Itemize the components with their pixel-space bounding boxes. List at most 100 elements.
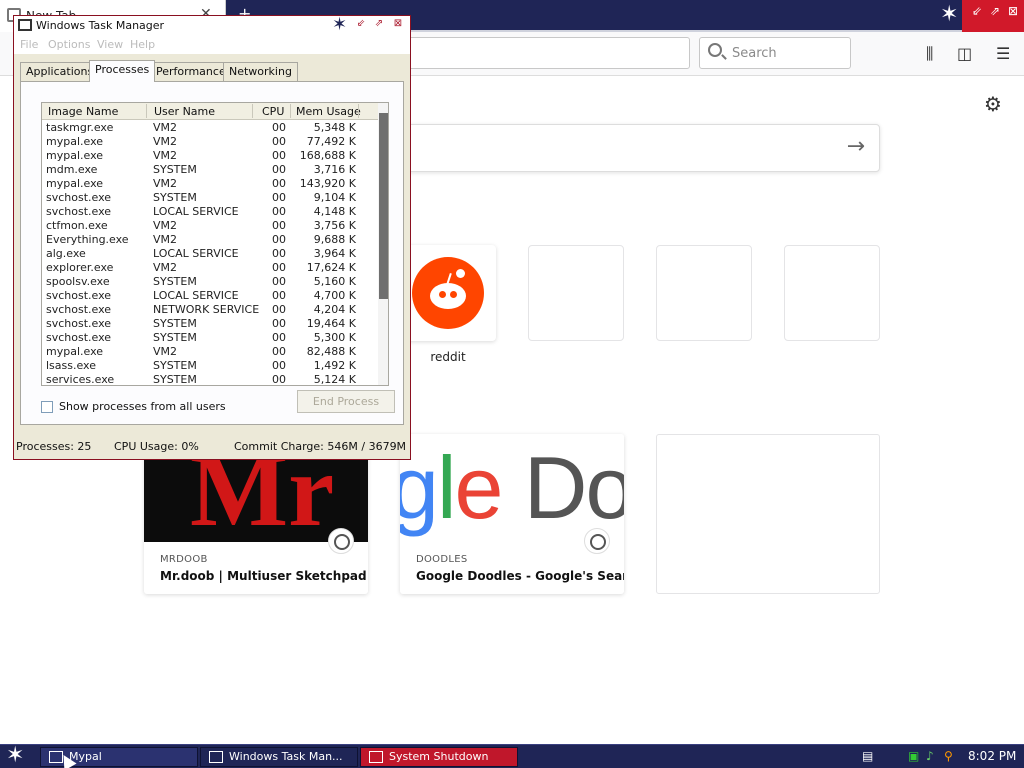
top-site-reddit[interactable]	[400, 245, 496, 341]
process-name: mypal.exe	[46, 149, 104, 162]
status-commit: Commit Charge: 546M / 3679M	[234, 440, 407, 453]
minimize-icon[interactable]: ⇙	[972, 4, 982, 18]
process-list[interactable]: Image Name User Name CPU Mem Usage taskm…	[41, 102, 389, 386]
star-icon: ✶	[332, 14, 348, 35]
top-site-label: reddit	[430, 350, 466, 364]
card-thumbnail: gle Doo	[400, 434, 624, 542]
menu-help[interactable]: Help	[130, 38, 155, 51]
search-bar[interactable]: Search	[699, 37, 851, 69]
maximize-icon[interactable]: ⇗	[372, 17, 386, 31]
process-row[interactable]: svchost.exe NETWORK SERVICE 00 4,204 K	[42, 303, 378, 317]
column-user-name[interactable]: User Name	[154, 105, 215, 118]
process-cpu: 00	[272, 205, 286, 218]
menu-icon[interactable]: ☰	[996, 44, 1010, 63]
show-all-checkbox[interactable]	[41, 401, 53, 413]
scrollbar-thumb[interactable]	[379, 113, 388, 299]
status-cpu: CPU Usage: 0%	[114, 440, 199, 453]
volume-icon[interactable]: ♪	[926, 749, 934, 763]
star-icon: ✶	[940, 2, 959, 27]
process-mem: 9,104 K	[313, 191, 356, 204]
minimize-icon[interactable]: ⇙	[354, 17, 368, 31]
process-cpu: 00	[272, 121, 286, 134]
top-site-empty[interactable]	[784, 245, 880, 341]
status-bar: Processes: 25 CPU Usage: 0% Commit Charg…	[14, 436, 410, 458]
process-row[interactable]: mypal.exe VM2 00 168,688 K	[42, 149, 378, 163]
column-mem-usage[interactable]: Mem Usage	[296, 105, 361, 118]
process-row[interactable]: svchost.exe SYSTEM 00 9,104 K	[42, 191, 378, 205]
sidebar-icon[interactable]: ◫	[957, 44, 972, 63]
process-row[interactable]: svchost.exe LOCAL SERVICE 00 4,148 K	[42, 205, 378, 219]
tab-networking[interactable]: Networking	[223, 62, 298, 82]
maximize-icon[interactable]: ⇗	[990, 4, 1000, 18]
process-row[interactable]: alg.exe LOCAL SERVICE 00 3,964 K	[42, 247, 378, 261]
process-cpu: 00	[272, 163, 286, 176]
process-row[interactable]: spoolsv.exe SYSTEM 00 5,160 K	[42, 275, 378, 289]
column-image-name[interactable]: Image Name	[48, 105, 118, 118]
close-icon[interactable]: ⊠	[1008, 4, 1018, 18]
process-row[interactable]: services.exe SYSTEM 00 5,124 K	[42, 373, 378, 386]
status-processes: Processes: 25	[16, 440, 92, 453]
process-row[interactable]: ctfmon.exe VM2 00 3,756 K	[42, 219, 378, 233]
arrow-right-icon[interactable]: →	[847, 134, 865, 159]
close-icon[interactable]: ⊠	[391, 17, 405, 31]
process-user: VM2	[153, 345, 178, 358]
process-user: LOCAL SERVICE	[153, 205, 239, 218]
process-mem: 1,492 K	[313, 359, 356, 372]
process-list-header: Image Name User Name CPU Mem Usage	[42, 103, 378, 120]
process-cpu: 00	[272, 149, 286, 162]
process-mem: 4,148 K	[313, 205, 356, 218]
task-manager-titlebar[interactable]: Windows Task Manager ✶ ⇙ ⇗ ⊠	[14, 14, 410, 36]
taskbar-button-task-manager[interactable]: Windows Task Man...	[200, 747, 358, 767]
clock-icon	[584, 528, 610, 554]
process-row[interactable]: taskmgr.exe VM2 00 5,348 K	[42, 121, 378, 135]
process-row[interactable]: lsass.exe SYSTEM 00 1,492 K	[42, 359, 378, 373]
tab-performance[interactable]: Performance	[150, 62, 232, 82]
top-site-empty[interactable]	[528, 245, 624, 341]
highlight-card-doodles[interactable]: gle Doo DOODLES Google Doodles - Google'…	[400, 434, 624, 594]
process-row[interactable]: Everything.exe VM2 00 9,688 K	[42, 233, 378, 247]
column-cpu[interactable]: CPU	[262, 105, 284, 118]
home-search-box[interactable]: →	[400, 124, 880, 172]
taskbar-button-shutdown[interactable]: System Shutdown	[360, 747, 518, 767]
process-cpu: 00	[272, 177, 286, 190]
network-icon[interactable]: ▣	[908, 749, 919, 763]
menu-options[interactable]: Options	[48, 38, 90, 51]
process-row[interactable]: mdm.exe SYSTEM 00 3,716 K	[42, 163, 378, 177]
process-mem: 19,464 K	[306, 317, 356, 330]
process-name: svchost.exe	[46, 205, 112, 218]
menu-file[interactable]: File	[20, 38, 38, 51]
gear-icon[interactable]: ⚙	[984, 92, 1002, 116]
start-button[interactable]: ✶	[6, 743, 24, 768]
process-row[interactable]: mypal.exe VM2 00 82,488 K	[42, 345, 378, 359]
reddit-icon	[412, 257, 484, 329]
process-row[interactable]: svchost.exe LOCAL SERVICE 00 4,700 K	[42, 289, 378, 303]
scrollbar[interactable]	[378, 103, 388, 385]
keyboard-icon[interactable]: ▤	[862, 749, 873, 763]
url-bar[interactable]	[400, 37, 690, 69]
card-source: MRDOOB	[160, 554, 208, 565]
process-user: SYSTEM	[153, 373, 197, 386]
process-row[interactable]: mypal.exe VM2 00 77,492 K	[42, 135, 378, 149]
process-row[interactable]: mypal.exe VM2 00 143,920 K	[42, 177, 378, 191]
menu-view[interactable]: View	[97, 38, 123, 51]
process-row[interactable]: explorer.exe VM2 00 17,624 K	[42, 261, 378, 275]
library-icon[interactable]: ⫼	[926, 44, 933, 64]
menu-bar: File Options View Help	[14, 36, 410, 54]
tab-applications[interactable]: Applications	[20, 62, 100, 82]
card-title: Google Doodles - Google's Searc...	[416, 569, 624, 583]
process-user: VM2	[153, 261, 178, 274]
search-tray-icon[interactable]: ⚲	[944, 749, 953, 763]
process-name: taskmgr.exe	[46, 121, 114, 134]
clock[interactable]: 8:02 PM	[968, 749, 1016, 763]
tab-processes[interactable]: Processes	[89, 60, 156, 82]
top-site-empty[interactable]	[656, 245, 752, 341]
process-name: mypal.exe	[46, 135, 104, 148]
process-name: lsass.exe	[46, 359, 96, 372]
process-mem: 4,700 K	[313, 289, 356, 302]
process-mem: 82,488 K	[306, 345, 356, 358]
process-user: LOCAL SERVICE	[153, 289, 239, 302]
process-row[interactable]: svchost.exe SYSTEM 00 5,300 K	[42, 331, 378, 345]
process-row[interactable]: svchost.exe SYSTEM 00 19,464 K	[42, 317, 378, 331]
card-source: DOODLES	[416, 554, 468, 565]
end-process-button[interactable]: End Process	[297, 390, 395, 413]
